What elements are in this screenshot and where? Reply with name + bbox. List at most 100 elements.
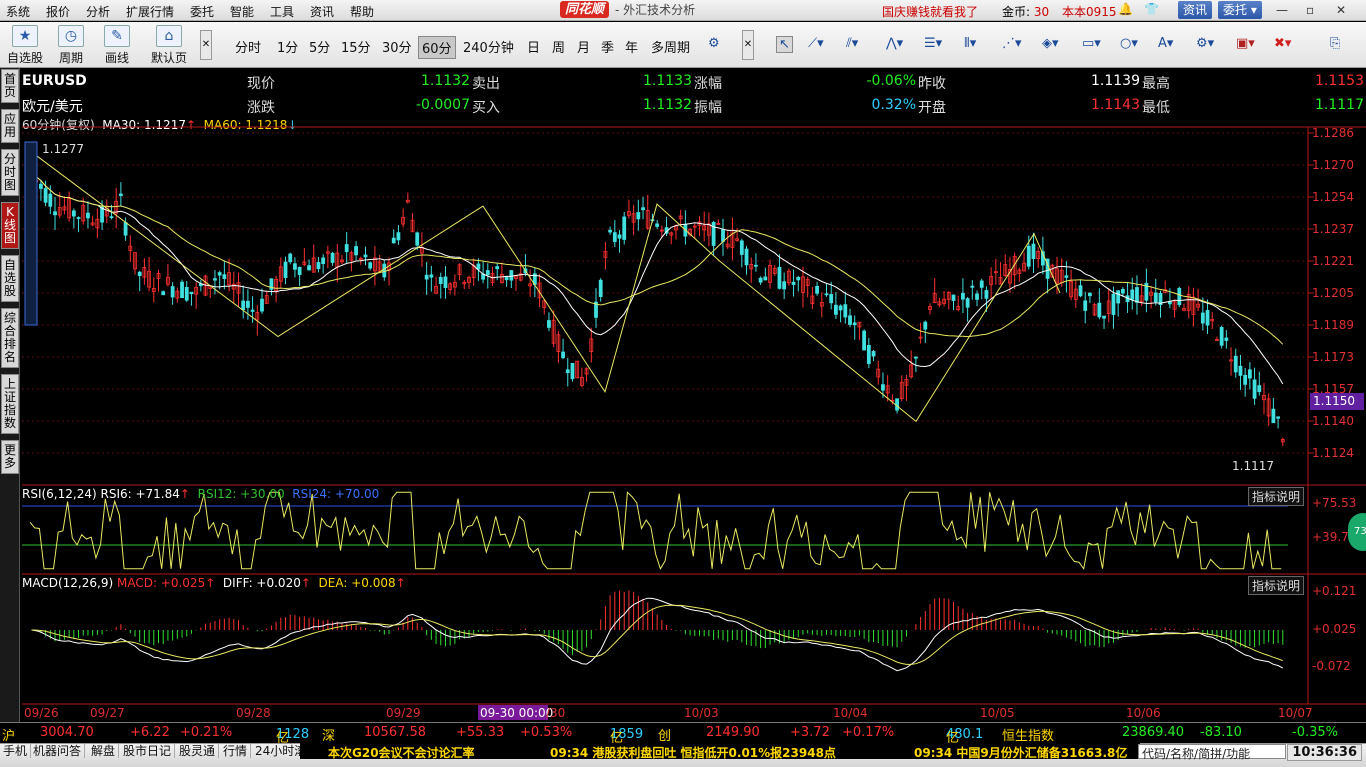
candle-body <box>396 232 401 241</box>
candle-body <box>1083 300 1088 311</box>
candle-body <box>1177 287 1182 306</box>
time-axis-label: 09/26 <box>24 706 59 720</box>
rsi-explain-button[interactable]: 指标说明 <box>1248 487 1305 506</box>
macd-explain-button[interactable]: 指标说明 <box>1248 576 1305 595</box>
candle-body <box>1120 288 1125 294</box>
time-axis-label: 09/28 <box>236 706 271 720</box>
bottom-stock-link[interactable]: 股灵通 <box>176 744 220 758</box>
candle-body <box>739 240 744 255</box>
selection-highlight-box <box>24 141 38 326</box>
time-axis-labels: 09/26 09/27 09/28 09/29 09-30 00:00/30 10/03 1… <box>24 705 1313 720</box>
candle-body <box>189 291 194 295</box>
candle-body <box>217 272 222 276</box>
news-item[interactable]: 本次G20会议不会讨论汇率 <box>328 744 475 761</box>
candle-body <box>848 315 852 325</box>
candle-body <box>1031 243 1036 260</box>
candle-body <box>109 216 114 219</box>
candle-body <box>1088 292 1092 297</box>
candle-body <box>222 274 227 279</box>
candle-body <box>984 290 989 299</box>
rsi-title: RSI(6,12,24) <box>22 487 97 501</box>
candle-body <box>754 264 758 267</box>
rsi-side-bubble[interactable]: 73 <box>1348 513 1366 551</box>
price-tick-label: 1.1173 <box>1312 350 1354 364</box>
price-tick-label: 1.1270 <box>1312 158 1354 172</box>
candle-body <box>636 212 641 220</box>
cy-index-label[interactable]: 创 <box>658 725 671 744</box>
candle-body <box>923 321 928 330</box>
candle-body <box>598 279 603 298</box>
candle-body <box>476 263 481 270</box>
macd-arrow-icon: ↑ <box>205 576 216 590</box>
news-item[interactable]: 09:34 中国9月份外汇储备31663.8亿 <box>914 744 1127 761</box>
candle-body <box>76 217 81 219</box>
rsi-title-line: RSI(6,12,24) RSI6: +71.84↑ RSI12: +30.00… <box>22 487 379 501</box>
candle-body <box>354 246 358 256</box>
candle-body <box>1233 355 1238 373</box>
candle-body <box>1257 385 1262 393</box>
macd-title-line: MACD(12,26,9) MACD: +0.025↑ DIFF: +0.020… <box>22 576 406 590</box>
candle-body <box>180 281 184 299</box>
candle-body <box>213 278 217 281</box>
candle-body <box>975 293 979 300</box>
news-ticker[interactable]: 本次G20会议不会讨论汇率 09:34 港股获利盘回吐 恒指低开0.01%报23… <box>300 743 1140 761</box>
candle-body <box>330 252 335 263</box>
sz-index-label[interactable]: 深 <box>322 725 335 744</box>
candle-body <box>241 300 246 311</box>
time-axis-label: 09/29 <box>386 706 421 720</box>
bottom-quote[interactable]: 行情 <box>220 744 252 758</box>
candle-body <box>871 351 876 357</box>
clock: 10:36:36 <box>1287 744 1362 761</box>
hs-index-pct: -0.35% <box>1292 725 1338 740</box>
candle-body <box>1271 408 1276 424</box>
candle-body <box>1026 245 1031 267</box>
candle-body <box>862 330 867 351</box>
zigzag-polyline <box>29 150 1061 423</box>
news-item[interactable]: 09:34 港股获利盘回吐 恒指低开0.01%报23948点 <box>550 744 836 761</box>
hs-index-value: 23869.40 <box>1122 725 1185 740</box>
candle-body <box>608 229 613 233</box>
candle-body <box>852 322 857 326</box>
candle-body <box>617 234 622 239</box>
price-tick-label: 1.1205 <box>1312 286 1354 300</box>
candle-body <box>123 222 128 236</box>
candle-body <box>815 285 819 294</box>
zigzag-line <box>29 150 1061 423</box>
price-tick-label: 1.1221 <box>1312 254 1354 268</box>
sh-index-label[interactable]: 沪 <box>2 725 15 744</box>
code-search-input[interactable]: 代码/名称/简拼/功能 <box>1138 744 1286 761</box>
candle-body <box>424 274 429 280</box>
candle-body <box>170 286 175 298</box>
time-axis-label: 09-30 00:00 <box>480 706 553 720</box>
candle-body <box>316 262 321 270</box>
candle-body <box>796 277 801 281</box>
bottom-robot-qa[interactable]: 机器问答 <box>30 744 86 758</box>
kline-chart-area[interactable]: 1.1286 1.1270 1.1254 1.1237 1.1221 1.1205 1.11… <box>0 0 1366 722</box>
time-axis-label: /30 <box>546 706 565 720</box>
candle-body <box>744 248 749 266</box>
candle-body <box>979 280 984 288</box>
candle-body <box>561 351 565 359</box>
macd-tick-mid: +0.025 <box>1312 622 1356 636</box>
hs-index-label[interactable]: 恒生指数 <box>1002 725 1054 744</box>
sh-index-change: +6.22 <box>130 725 170 740</box>
macd-tick-bottom: -0.072 <box>1312 659 1351 673</box>
candle-body <box>504 276 509 281</box>
rsi-tick-upper: +75.53 <box>1312 496 1356 510</box>
bottom-diary[interactable]: 股市日记 <box>120 744 176 758</box>
sh-index-value: 3004.70 <box>40 725 94 740</box>
candle-body <box>1130 289 1135 300</box>
candle-body <box>39 183 43 189</box>
rsi6-arrow-icon: ↑ <box>179 487 190 501</box>
bottom-mobile[interactable]: 手机 <box>0 744 32 758</box>
bottom-analysis[interactable]: 解盘 <box>88 744 120 758</box>
candle-body <box>622 216 627 240</box>
rsi24-value: RSI24: +70.00 <box>292 487 380 501</box>
bottom-bar: 手机 机器问答 解盘 股市日记 股灵通 行情 24小时滚动 本次G20会议不会讨… <box>0 743 1366 767</box>
candle-body <box>1111 293 1116 315</box>
rsi6-line <box>29 491 1282 571</box>
candle-body <box>547 320 551 328</box>
candle-body <box>509 270 514 281</box>
price-tick-label: 1.1286 <box>1312 126 1354 140</box>
rsi12-value: RSI12: +30.00 <box>197 487 285 501</box>
